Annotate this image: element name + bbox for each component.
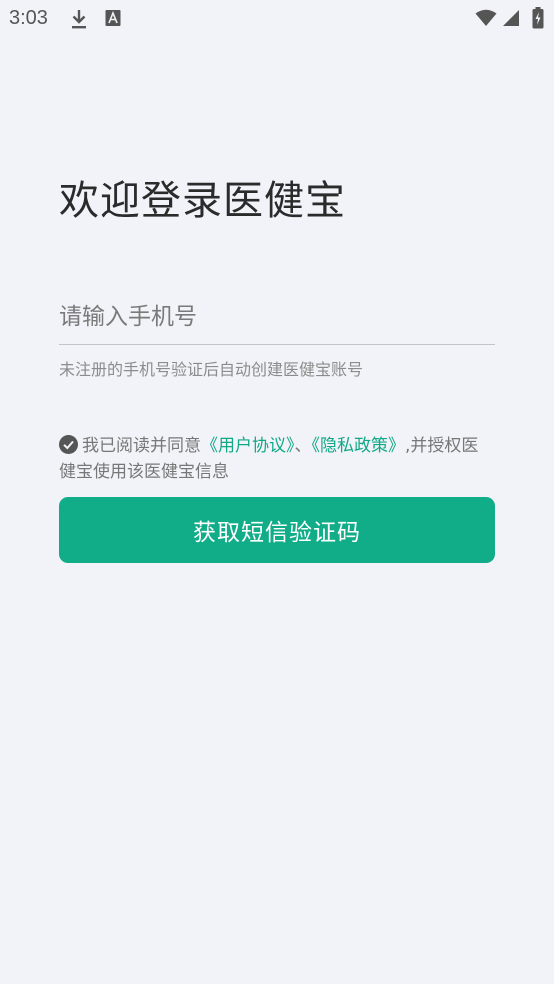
agreement-prefix: 我已阅读并同意 [82, 436, 201, 456]
font-notification-icon [105, 8, 121, 32]
agreement-text: 我已阅读并同意《用户协议》、《隐私政策》,并授权医健宝使用该医健宝信息 [59, 433, 495, 485]
privacy-policy-link[interactable]: 《隐私政策》 [312, 436, 406, 456]
status-time: 3:03 [9, 7, 48, 29]
signal-icon [502, 9, 520, 31]
agreement-separator: 、 [294, 436, 312, 456]
wifi-icon [475, 9, 497, 31]
status-bar: 3:03 [0, 0, 554, 38]
download-icon [70, 8, 88, 34]
battery-charging-icon [532, 7, 544, 33]
get-sms-code-button[interactable]: 获取短信验证码 [59, 497, 495, 563]
user-agreement-link[interactable]: 《用户协议》 [201, 436, 295, 456]
agreement-checkbox-checked-icon[interactable] [59, 435, 78, 454]
phone-number-input[interactable] [59, 290, 495, 345]
login-screen: 3:03 欢迎登录医健宝 请输入手机号 未注册的手机号验证后自动创建医健宝账号 … [0, 0, 554, 984]
register-hint: 未注册的手机号验证后自动创建医健宝账号 [59, 360, 364, 379]
page-title: 欢迎登录医健宝 [59, 178, 346, 224]
